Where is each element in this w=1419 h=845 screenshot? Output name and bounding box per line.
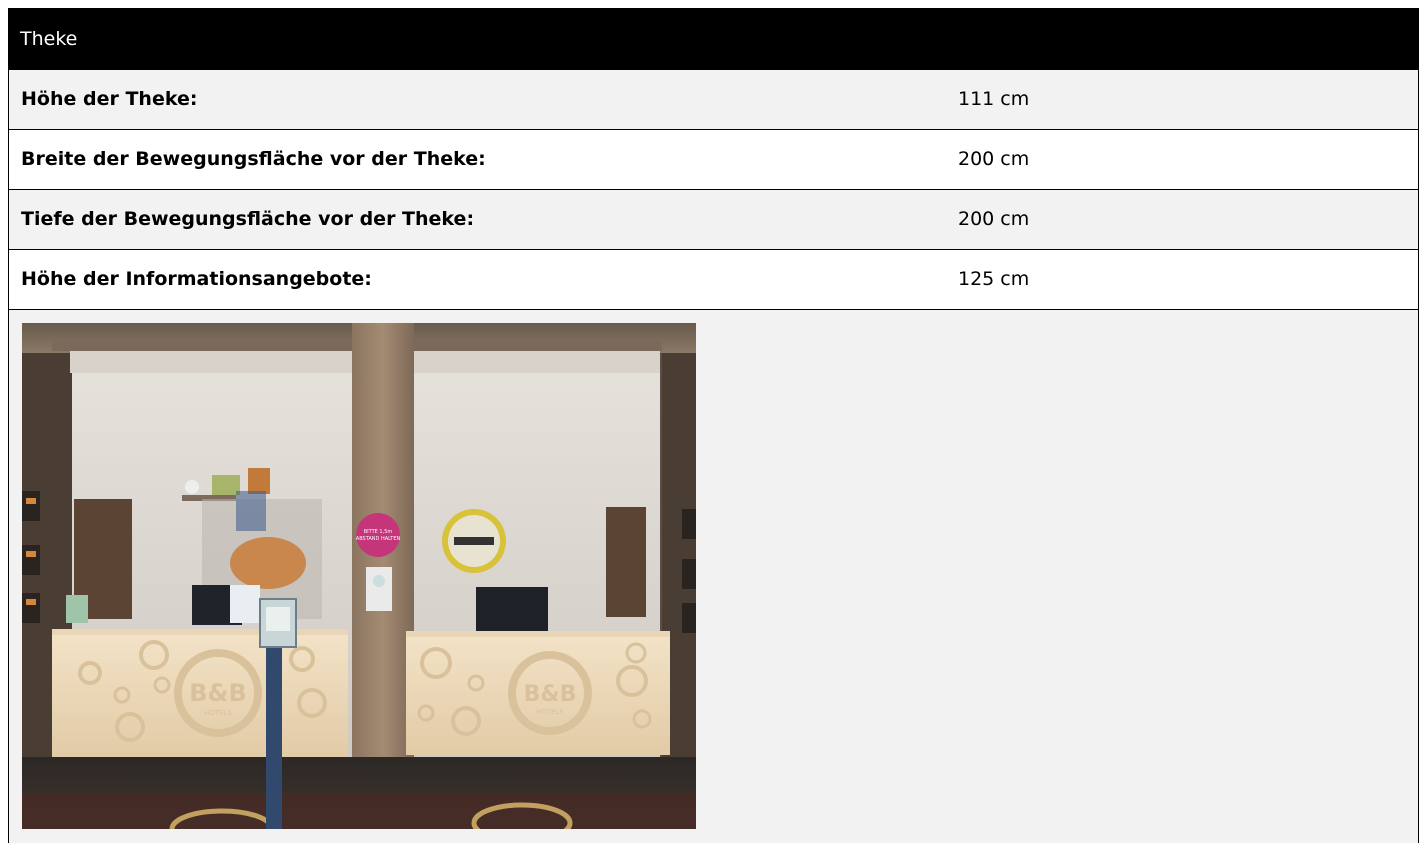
section-header: Theke xyxy=(8,8,1419,70)
table-row: Tiefe der Bewegungsfläche vor der Theke:… xyxy=(9,190,1418,250)
row-label: Höhe der Theke: xyxy=(21,88,198,110)
info-table: Höhe der Theke: 111 cm Breite der Bewegu… xyxy=(8,70,1419,843)
svg-text:HOTELS: HOTELS xyxy=(204,709,232,717)
table-row: Breite der Bewegungsfläche vor der Theke… xyxy=(9,130,1418,190)
row-value: 125 cm xyxy=(958,268,1030,290)
table-row: Höhe der Informationsangebote: 125 cm xyxy=(9,250,1418,310)
photo-row: BITTE 1,5m ABSTAND HALTEN B&B HOTELS B&B… xyxy=(9,310,1418,843)
row-label: Höhe der Informationsangebote: xyxy=(21,268,372,290)
table-row: Höhe der Theke: 111 cm xyxy=(9,70,1418,130)
content: Theke Höhe der Theke: 111 cm Breite der … xyxy=(8,8,1419,845)
reception-counter-photo: BITTE 1,5m ABSTAND HALTEN B&B HOTELS B&B… xyxy=(22,323,696,829)
row-value: 111 cm xyxy=(958,88,1030,110)
section-title: Theke xyxy=(20,28,78,50)
sign-text: BITTE 1,5m xyxy=(364,529,393,535)
row-value: 200 cm xyxy=(958,208,1030,230)
svg-text:B&B: B&B xyxy=(189,679,247,707)
row-value: 200 cm xyxy=(958,148,1030,170)
row-label: Tiefe der Bewegungsfläche vor der Theke: xyxy=(21,208,475,230)
svg-text:B&B: B&B xyxy=(524,682,577,707)
row-label: Breite der Bewegungsfläche vor der Theke… xyxy=(21,148,486,170)
svg-text:HOTELS: HOTELS xyxy=(536,708,564,716)
svg-text:ABSTAND HALTEN: ABSTAND HALTEN xyxy=(356,536,401,542)
